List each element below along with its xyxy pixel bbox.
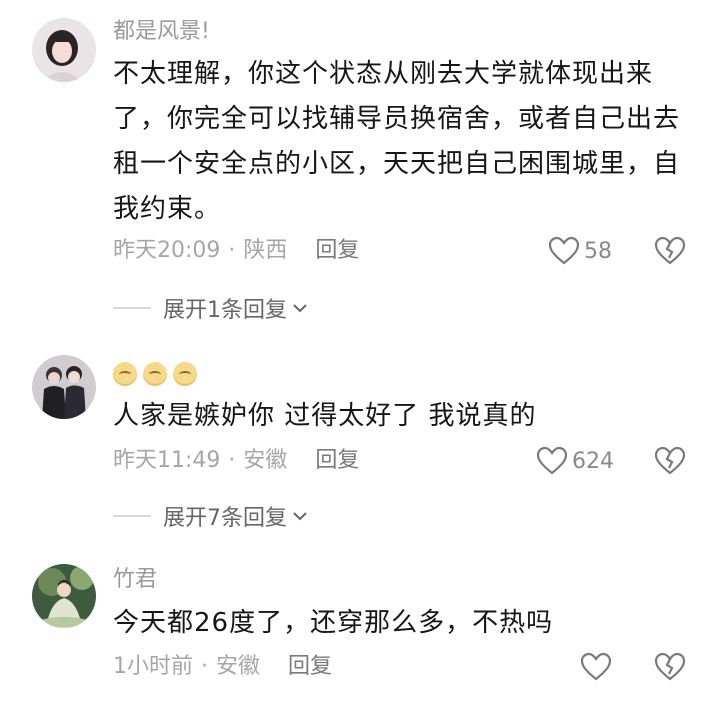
user-avatar[interactable] bbox=[32, 564, 96, 628]
heart-icon bbox=[548, 236, 580, 265]
username[interactable] bbox=[113, 360, 203, 388]
smiling-face-emoji-icon bbox=[143, 362, 167, 386]
meta-separator: · bbox=[228, 238, 236, 263]
broken-heart-icon bbox=[654, 446, 686, 475]
dislike-button[interactable] bbox=[654, 446, 686, 480]
smiling-face-emoji-icon bbox=[113, 362, 137, 386]
expand-replies-button[interactable]: 展开7条回复 bbox=[113, 500, 309, 532]
comment-meta: 昨天20:09 · 陕西 回复 bbox=[113, 236, 359, 266]
reply-button[interactable]: 回复 bbox=[315, 448, 359, 473]
like-button[interactable]: 58 bbox=[548, 236, 612, 266]
meta-separator: · bbox=[228, 448, 236, 473]
user-avatar[interactable] bbox=[32, 355, 96, 419]
chevron-down-icon bbox=[293, 304, 307, 313]
comment-time: 昨天20:09 bbox=[113, 238, 221, 263]
comment-time: 昨天11:49 bbox=[113, 448, 221, 473]
divider-line bbox=[113, 515, 151, 517]
dislike-button[interactable] bbox=[654, 236, 686, 270]
comment-text: 不太理解，你这个状态从刚去大学就体现出来了，你完全可以找辅导员换宿舍，或者自己出… bbox=[113, 59, 681, 224]
comment-text: 人家是嫉妒你 过得太好了 我说真的 bbox=[113, 401, 537, 431]
like-button[interactable]: 624 bbox=[536, 446, 614, 476]
expand-replies-label: 展开1条回复 bbox=[163, 298, 287, 323]
comment-text: 今天都26度了，还穿那么多，不热吗 bbox=[113, 608, 554, 638]
smiling-face-emoji-icon bbox=[173, 362, 197, 386]
expand-replies-button[interactable]: 展开1条回复 bbox=[113, 292, 309, 324]
meta-separator: · bbox=[201, 654, 208, 679]
broken-heart-icon bbox=[654, 236, 686, 265]
user-avatar[interactable] bbox=[32, 18, 96, 82]
comment-meta: 昨天11:49 · 安徽 回复 bbox=[113, 446, 359, 476]
comment-location: 安徽 bbox=[243, 448, 288, 473]
avatar-couple-icon bbox=[32, 355, 96, 419]
comment-meta: 1小时前 · 安徽 回复 bbox=[113, 652, 332, 682]
username[interactable]: 竹君 bbox=[113, 566, 157, 594]
heart-icon bbox=[536, 446, 568, 475]
divider-line bbox=[113, 307, 151, 309]
comment-location: 陕西 bbox=[243, 238, 288, 263]
like-count: 624 bbox=[572, 448, 614, 474]
comment-location: 安徽 bbox=[216, 654, 261, 679]
expand-replies-label: 展开7条回复 bbox=[163, 506, 287, 531]
avatar-figure-icon bbox=[32, 564, 96, 628]
dislike-button[interactable] bbox=[654, 652, 686, 686]
username[interactable]: 都是风景! bbox=[113, 18, 210, 46]
like-count: 58 bbox=[584, 238, 612, 264]
reply-button[interactable]: 回复 bbox=[315, 238, 359, 263]
broken-heart-icon bbox=[654, 652, 686, 681]
like-button[interactable] bbox=[580, 652, 612, 682]
reply-button[interactable]: 回复 bbox=[288, 654, 332, 679]
comment-time: 1小时前 bbox=[113, 654, 193, 679]
chevron-down-icon bbox=[293, 512, 307, 521]
heart-icon bbox=[580, 652, 612, 681]
avatar-girl-icon bbox=[32, 18, 96, 82]
